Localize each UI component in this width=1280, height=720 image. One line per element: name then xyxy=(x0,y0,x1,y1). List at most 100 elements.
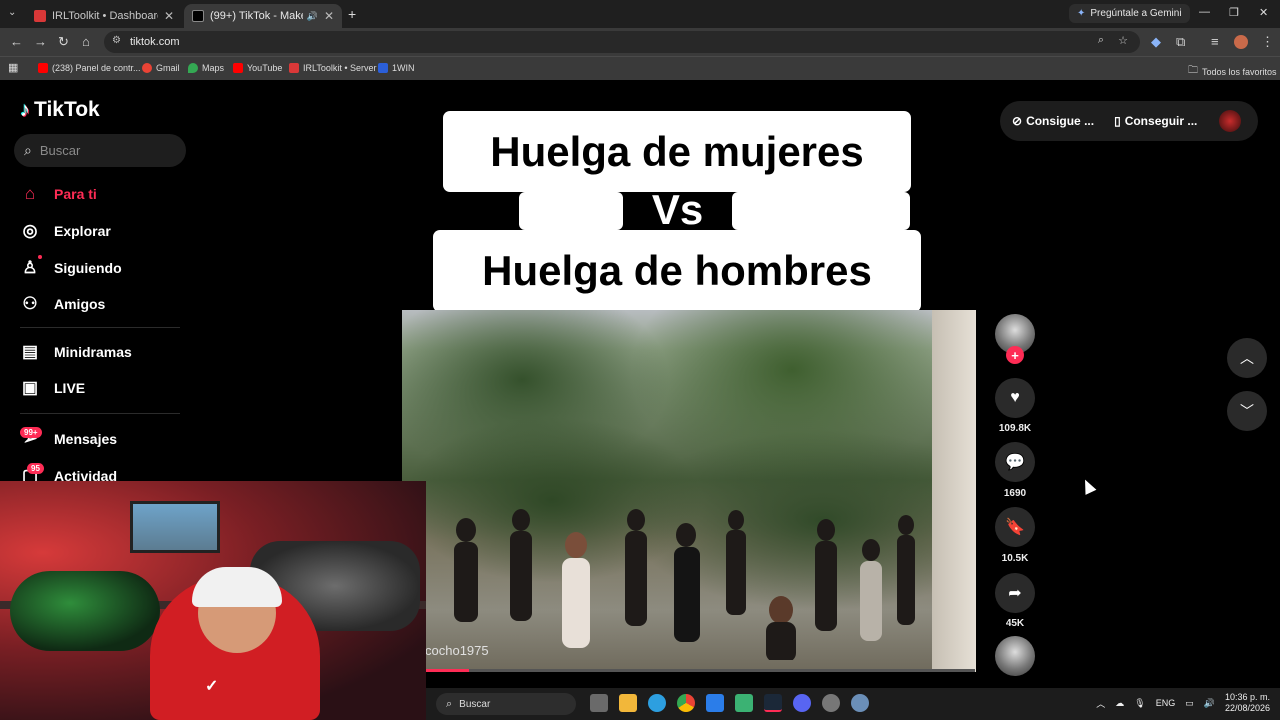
taskbar-search[interactable]: ⌕ Buscar xyxy=(436,693,576,715)
file-explorer-icon[interactable] xyxy=(619,694,637,712)
bookmark-gmail[interactable]: Gmail xyxy=(142,63,180,73)
search-icon: ⌕ xyxy=(24,142,32,158)
chevron-down-icon: ﹀ xyxy=(1240,403,1254,419)
nav-minidramas[interactable]: ▤ Minidramas xyxy=(20,342,132,362)
nav-label: Minidramas xyxy=(54,344,132,360)
save-count: 10.5K xyxy=(1001,553,1029,564)
reload-icon[interactable]: ↻ xyxy=(58,34,69,50)
comment-button[interactable]: 💬 xyxy=(995,442,1035,482)
close-icon[interactable]: ✕ xyxy=(164,9,174,23)
bookmark-youtube[interactable]: YouTube xyxy=(233,63,282,73)
steam-icon[interactable] xyxy=(764,694,782,712)
app-icon[interactable] xyxy=(735,694,753,712)
sound-disc-avatar[interactable] xyxy=(995,636,1035,676)
home-icon: ⌂ xyxy=(24,184,36,203)
share-button[interactable]: ➦ xyxy=(995,573,1035,613)
bookmark-label: YouTube xyxy=(247,63,283,73)
restore-icon[interactable]: ❐ xyxy=(1229,6,1239,19)
bookmark-panel[interactable]: (238) Panel de contr... xyxy=(38,63,141,73)
video-player[interactable] xyxy=(402,310,976,672)
nav-label: Para ti xyxy=(54,186,97,202)
microphone-icon[interactable]: 🎙 xyxy=(1134,698,1145,709)
1win-icon xyxy=(378,63,388,73)
follow-plus-icon[interactable]: + xyxy=(1006,346,1024,364)
get-app-button[interactable]: ▯ Conseguir ... xyxy=(1114,114,1197,128)
share-icon: ➦ xyxy=(1008,585,1022,602)
nav-amigos[interactable]: ⚇ Amigos xyxy=(20,294,105,314)
nav-para-ti[interactable]: ⌂ Para ti xyxy=(20,184,97,204)
title-connector-left xyxy=(519,192,623,230)
edge-icon[interactable] xyxy=(648,694,666,712)
notification-dot xyxy=(38,255,42,259)
nav-live[interactable]: ▣ LIVE xyxy=(20,378,85,398)
motorcycle-green xyxy=(10,571,160,651)
save-button[interactable]: 🔖 xyxy=(995,507,1035,547)
streamer-cap xyxy=(192,567,282,607)
bookmark-label: (238) Panel de contr... xyxy=(52,63,141,73)
search-input[interactable]: ⌕ Buscar xyxy=(14,134,186,167)
zoom-icon[interactable]: ⌕ xyxy=(1098,34,1104,47)
bookmark-label: IRLToolkit • Server xyxy=(303,63,377,73)
bookmark-1win[interactable]: 1WIN xyxy=(378,63,415,73)
nav-divider xyxy=(20,413,180,414)
bookmark-irltoolkit-server[interactable]: IRLToolkit • Server xyxy=(289,63,377,73)
logo-text: TikTok xyxy=(34,98,100,121)
app-icon[interactable] xyxy=(822,694,840,712)
tray-chevron-icon[interactable]: ︿ xyxy=(1096,697,1105,710)
activity-badge: 95 xyxy=(27,463,44,474)
next-video-button[interactable]: ﹀ xyxy=(1227,391,1267,431)
like-count: 109.8K xyxy=(998,423,1032,434)
discord-icon[interactable] xyxy=(793,694,811,712)
get-coins-label: Consigue ... xyxy=(1026,114,1095,128)
language-indicator[interactable]: ENG xyxy=(1156,698,1176,708)
tab-irltoolkit[interactable]: IRLToolkit • Dashboard ✕ xyxy=(26,4,182,28)
site-info-icon[interactable]: ⚙ xyxy=(112,35,121,46)
apps-grid-icon[interactable]: ▦ xyxy=(8,61,18,74)
reading-list-icon[interactable]: ≡ xyxy=(1211,34,1219,49)
video-title-line2: Huelga de hombres xyxy=(433,230,921,312)
previous-video-button[interactable]: ︿ xyxy=(1227,338,1267,378)
gemini-icon: ✦ xyxy=(1077,8,1086,19)
speaker-icon[interactable]: 🔊 xyxy=(307,11,318,22)
chrome-icon[interactable] xyxy=(677,694,695,712)
gemini-button[interactable]: ✦ Pregúntale a Gemini xyxy=(1069,4,1190,23)
get-coins-button[interactable]: ⊘ Consigue ... xyxy=(1012,114,1094,128)
store-icon[interactable] xyxy=(706,694,724,712)
forward-icon[interactable]: → xyxy=(34,34,47,49)
bookmarks-bar: ▦ (238) Panel de contr... Gmail Maps You… xyxy=(0,56,1280,80)
minimize-icon[interactable]: — xyxy=(1199,6,1210,18)
clock[interactable]: 10:36 p. m. 22/08/2026 xyxy=(1225,692,1270,714)
tiktok-logo[interactable]: ♪ TikTok xyxy=(20,98,100,122)
extensions-puzzle-icon[interactable]: ⧉ xyxy=(1176,34,1185,50)
close-window-icon[interactable]: ✕ xyxy=(1259,6,1268,19)
new-tab-button[interactable]: + xyxy=(348,6,356,22)
video-author-caption[interactable]: cocho1975 xyxy=(425,643,489,658)
settings-icon[interactable] xyxy=(851,694,869,712)
network-icon[interactable]: ▭ xyxy=(1185,698,1194,709)
webcam-overlay: ✓ xyxy=(0,481,426,720)
compass-icon: ◎ xyxy=(22,221,38,240)
back-icon[interactable]: ← xyxy=(10,34,23,49)
volume-icon[interactable]: 🔊 xyxy=(1204,698,1215,709)
cloud-icon[interactable]: ☁ xyxy=(1115,698,1124,709)
bookmark-maps[interactable]: Maps xyxy=(188,63,224,73)
extension-icon[interactable]: ◆ xyxy=(1151,34,1161,50)
profile-avatar[interactable] xyxy=(1234,35,1248,49)
nav-explorar[interactable]: ◎ Explorar xyxy=(20,221,111,241)
video-progress-bar[interactable] xyxy=(425,669,975,672)
search-icon: ⌕ xyxy=(446,697,453,710)
nav-siguiendo[interactable]: ♙ Siguiendo xyxy=(20,258,121,278)
star-icon[interactable]: ☆ xyxy=(1118,34,1128,47)
address-bar[interactable]: ⚙ tiktok.com ⌕ ☆ xyxy=(104,31,1140,53)
all-bookmarks-folder[interactable]: 🗀 Todos los favoritos xyxy=(1188,63,1277,80)
close-icon[interactable]: ✕ xyxy=(324,9,334,23)
user-avatar[interactable] xyxy=(1219,110,1242,132)
like-button[interactable]: ♥ xyxy=(995,378,1035,418)
task-view-icon[interactable] xyxy=(590,694,608,712)
home-browser-icon[interactable]: ⌂ xyxy=(82,34,90,49)
bookmark-label: 1WIN xyxy=(392,63,415,73)
tab-search-icon[interactable]: ⌄ xyxy=(8,7,16,18)
clock-date: 22/08/2026 xyxy=(1224,703,1270,713)
menu-icon[interactable]: ⋮ xyxy=(1261,34,1274,50)
tab-tiktok[interactable]: (99+) TikTok - Make Your Da 🔊 ✕ xyxy=(184,4,342,28)
